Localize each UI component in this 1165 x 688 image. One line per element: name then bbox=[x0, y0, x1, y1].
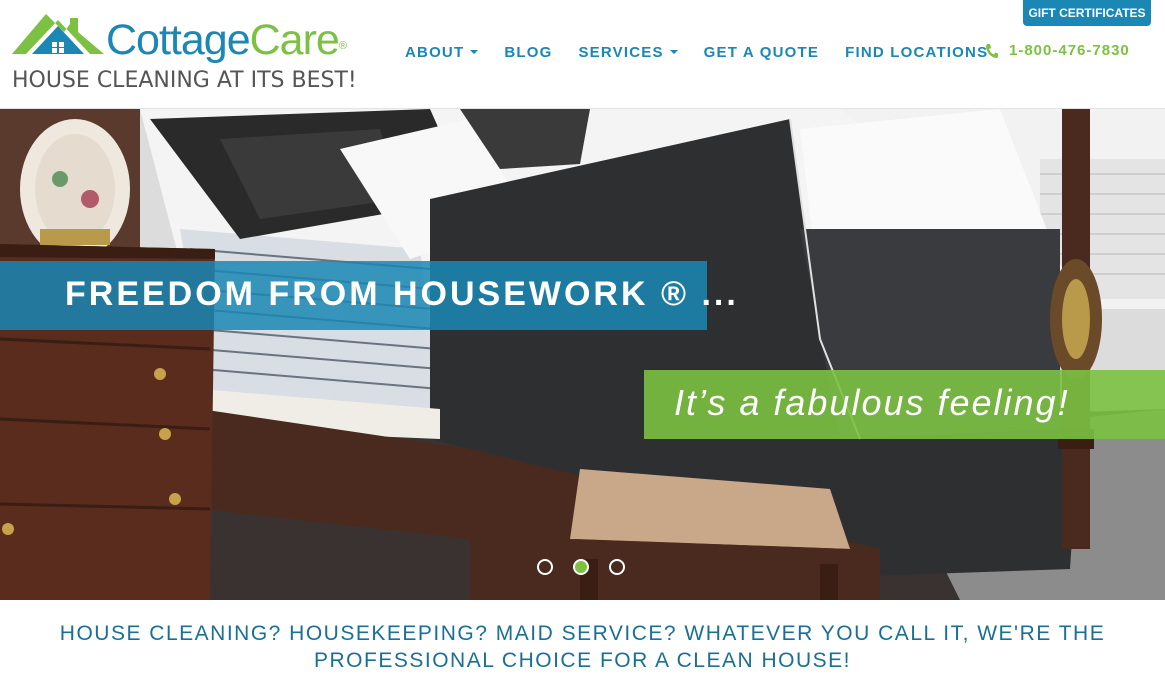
registered-mark: ® bbox=[338, 40, 347, 52]
house-logo-icon bbox=[12, 14, 104, 54]
caret-down-icon bbox=[669, 50, 678, 54]
carousel-dot-3[interactable] bbox=[609, 559, 625, 575]
intro-line-2: PROFESSIONAL CHOICE FOR A CLEAN HOUSE! bbox=[314, 649, 851, 672]
site-logo[interactable]: CottageCare® HOUSE CLEANING AT ITS BEST! bbox=[12, 10, 382, 100]
nav-blog-label: BLOG bbox=[504, 43, 553, 61]
brand-cottage: Cottage bbox=[106, 16, 251, 64]
hero-headline-banner: FREEDOM FROM HOUSEWORK ® ... bbox=[0, 261, 736, 330]
nav-blog[interactable]: BLOG bbox=[504, 44, 552, 61]
brand-care: Care bbox=[249, 16, 340, 64]
phone-link[interactable]: 1-800-476-7830 bbox=[985, 42, 1130, 59]
tagline: HOUSE CLEANING AT ITS BEST! bbox=[12, 68, 357, 93]
caret-down-icon bbox=[470, 50, 479, 54]
nav-get-a-quote[interactable]: GET A QUOTE bbox=[704, 44, 819, 61]
site-header: CottageCare® HOUSE CLEANING AT ITS BEST!… bbox=[0, 0, 1165, 109]
hero-carousel: FREEDOM FROM HOUSEWORK ® ... It’s a fabu… bbox=[0, 109, 1165, 600]
phone-number: 1-800-476-7830 bbox=[1009, 42, 1130, 59]
nav-about-label: ABOUT bbox=[405, 43, 465, 61]
hero-headline: FREEDOM FROM HOUSEWORK ® ... bbox=[65, 275, 739, 313]
hero-subline-banner: It’s a fabulous feeling! bbox=[644, 370, 1165, 439]
brand-name: CottageCare® bbox=[106, 16, 347, 64]
intro-line-1: HOUSE CLEANING? HOUSEKEEPING? MAID SERVI… bbox=[59, 622, 1106, 645]
carousel-indicators bbox=[537, 559, 645, 575]
nav-about[interactable]: ABOUT bbox=[405, 43, 479, 61]
hero-image bbox=[0, 109, 1165, 600]
gift-certificates-button[interactable]: GIFT CERTIFICATES bbox=[1023, 0, 1151, 26]
nav-find-locations-label: FIND LOCATIONS bbox=[845, 43, 989, 61]
hero-subline: It’s a fabulous feeling! bbox=[674, 382, 1070, 423]
phone-icon bbox=[986, 43, 998, 58]
main-nav: ABOUT BLOG SERVICES GET A QUOTE FIND LOC… bbox=[405, 42, 1014, 62]
nav-find-locations[interactable]: FIND LOCATIONS bbox=[845, 44, 988, 61]
carousel-dot-2[interactable] bbox=[573, 559, 589, 575]
nav-services[interactable]: SERVICES bbox=[578, 43, 678, 61]
nav-services-label: SERVICES bbox=[578, 43, 664, 61]
intro-heading: HOUSE CLEANING? HOUSEKEEPING? MAID SERVI… bbox=[0, 620, 1165, 674]
carousel-dot-1[interactable] bbox=[537, 559, 553, 575]
nav-get-a-quote-label: GET A QUOTE bbox=[703, 43, 820, 61]
